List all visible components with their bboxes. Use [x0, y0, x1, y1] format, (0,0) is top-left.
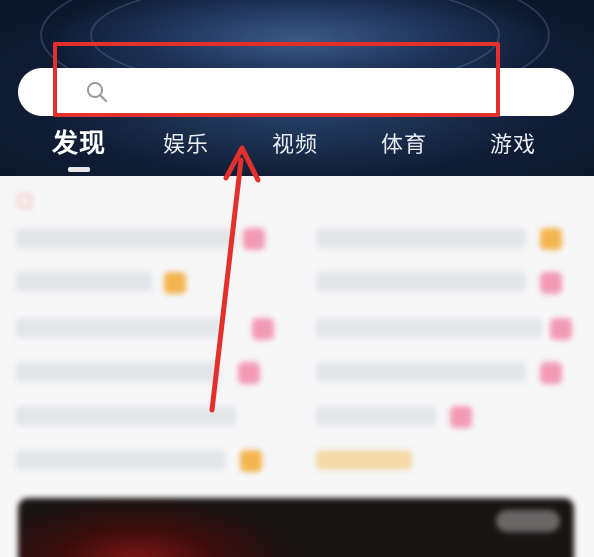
hot-badge-icon: [550, 318, 572, 340]
tab-sports[interactable]: 体育: [381, 130, 427, 162]
tab-discover[interactable]: 发现: [52, 128, 106, 160]
hot-badge-icon: [540, 272, 562, 294]
active-tab-indicator: [68, 167, 90, 172]
tab-entertainment[interactable]: 娱乐: [163, 130, 209, 162]
list-item[interactable]: [16, 318, 220, 338]
hot-badge-icon: [252, 318, 274, 340]
feed-content: [0, 176, 594, 557]
tab-games[interactable]: 游戏: [490, 130, 536, 162]
video-tag: [496, 510, 560, 532]
list-item[interactable]: [16, 272, 152, 292]
app-screen: 发现 娱乐 视频 体育 游戏: [0, 0, 594, 557]
list-item[interactable]: [16, 228, 236, 248]
video-card[interactable]: [18, 498, 574, 557]
list-item[interactable]: [16, 362, 220, 382]
new-badge-icon: [240, 450, 262, 472]
blurred-feed: [0, 176, 594, 557]
list-item[interactable]: [316, 406, 436, 426]
hot-badge-icon: [243, 228, 265, 250]
category-tabs: 发现 娱乐 视频 体育 游戏: [0, 128, 594, 168]
new-badge-icon: [540, 228, 562, 250]
list-item[interactable]: [16, 450, 226, 470]
annotation-highlight-box: [53, 42, 500, 117]
list-item[interactable]: [316, 318, 542, 338]
hot-badge-icon: [540, 362, 562, 384]
hot-badge-icon: [238, 362, 260, 384]
hot-badge-icon: [450, 406, 472, 428]
tab-video[interactable]: 视频: [272, 130, 318, 162]
list-item[interactable]: [316, 362, 526, 382]
list-item[interactable]: [316, 228, 526, 248]
list-item[interactable]: [316, 272, 526, 292]
section-icon: [18, 194, 32, 208]
more-link[interactable]: [316, 450, 412, 470]
list-item[interactable]: [16, 406, 236, 426]
new-badge-icon: [164, 272, 186, 294]
